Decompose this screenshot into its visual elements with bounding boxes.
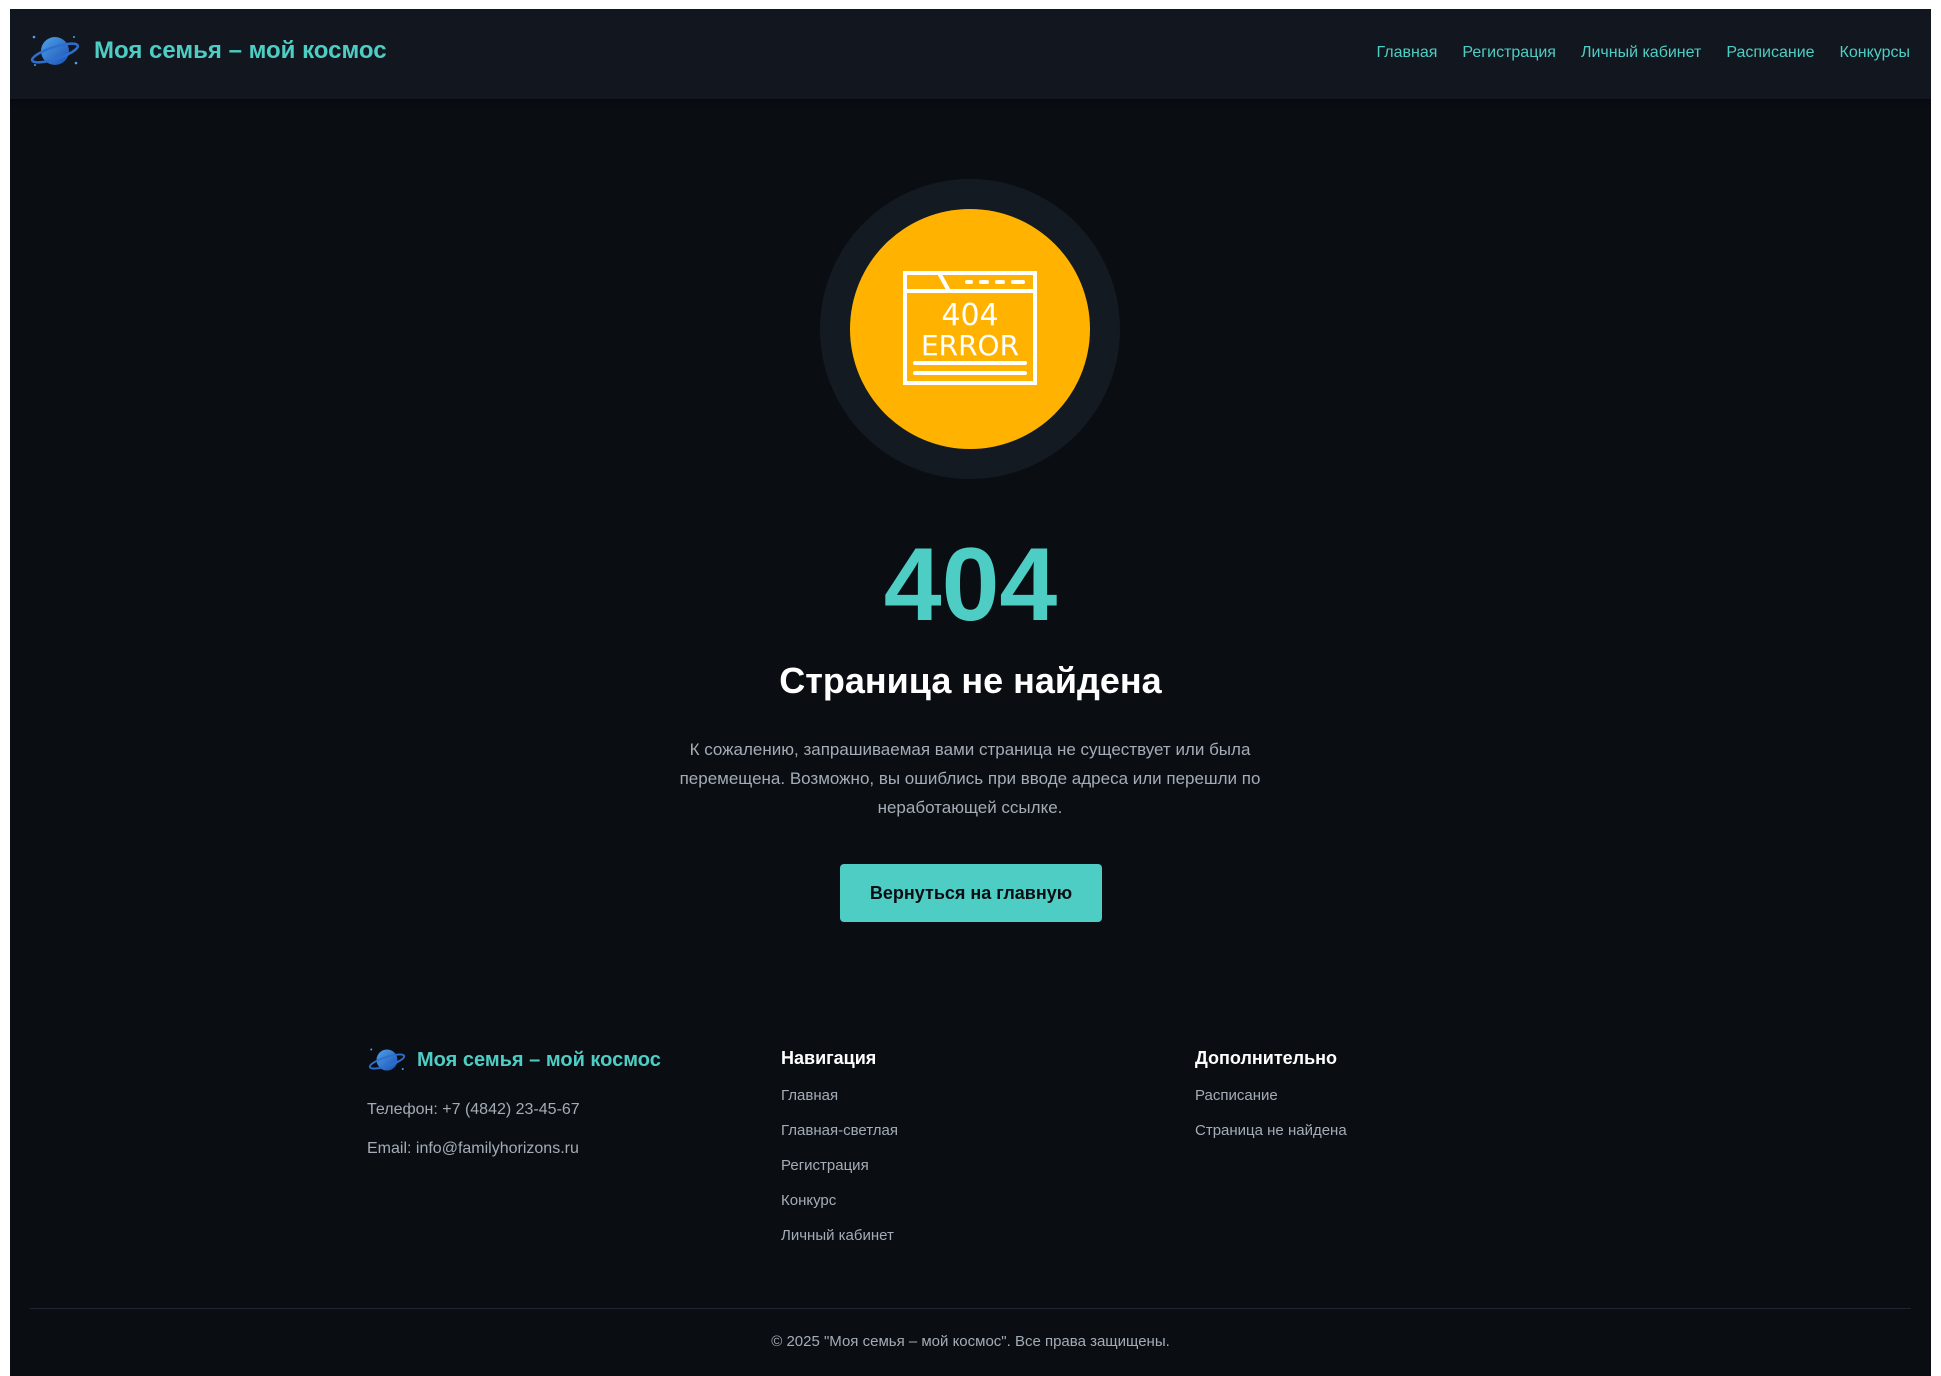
nav-link-registration[interactable]: Регистрация xyxy=(1462,44,1556,62)
back-home-button[interactable]: Вернуться на главную xyxy=(840,864,1102,922)
footer-nav-list: Главная Главная-светлая Регистрация Конк… xyxy=(781,1087,898,1245)
list-item: Расписание xyxy=(1195,1087,1347,1105)
404-error-icon: 404 ERROR xyxy=(903,271,1037,385)
brand-link[interactable]: Моя семья – мой космос xyxy=(30,31,387,71)
list-item: Регистрация xyxy=(781,1157,898,1175)
footer-navigation: Навигация Главная Главная-светлая Регист… xyxy=(781,1045,898,1262)
footer-nav-heading: Навигация xyxy=(781,1048,877,1068)
footer-link-home-light[interactable]: Главная-светлая xyxy=(781,1122,898,1139)
footer-extra-heading: Дополнительно xyxy=(1195,1048,1338,1068)
footer-link-contest[interactable]: Конкурс xyxy=(781,1192,836,1209)
list-item: Страница не найдена xyxy=(1195,1122,1347,1140)
nav-link-account[interactable]: Личный кабинет xyxy=(1581,44,1701,62)
footer-brand[interactable]: Моя семья – мой космос xyxy=(367,1045,661,1075)
nav-link-home[interactable]: Главная xyxy=(1377,44,1438,62)
list-item: Конкурс xyxy=(781,1192,898,1210)
illustration-ring: 404 ERROR xyxy=(820,179,1120,479)
footer-extra-list: Расписание Страница не найдена xyxy=(1195,1087,1347,1140)
planet-icon xyxy=(30,35,80,66)
list-item: Главная xyxy=(781,1087,898,1105)
footer-link-account[interactable]: Личный кабинет xyxy=(781,1227,894,1244)
brand-name: Моя семья – мой космос xyxy=(94,37,387,64)
main-nav: Главная Регистрация Личный кабинет Распи… xyxy=(1352,44,1910,62)
copyright: © 2025 "Моя семья – мой космос". Все пра… xyxy=(771,1333,1170,1350)
site-header: Моя семья – мой космос Главная Регистрац… xyxy=(10,9,1931,99)
footer-brand-name: Моя семья – мой космос xyxy=(417,1048,661,1071)
footer-link-registration[interactable]: Регистрация xyxy=(781,1157,869,1174)
illustration-text-error: ERROR xyxy=(921,329,1019,362)
footer-link-schedule[interactable]: Расписание xyxy=(1195,1087,1278,1104)
nav-link-contests[interactable]: Конкурсы xyxy=(1840,44,1910,62)
footer-link-home[interactable]: Главная xyxy=(781,1087,838,1104)
footer-extra: Дополнительно Расписание Страница не най… xyxy=(1195,1045,1347,1157)
footer-phone: Телефон: +7 (4842) 23-45-67 xyxy=(367,1101,580,1118)
page-title: Страница не найдена xyxy=(779,660,1162,701)
nav-link-schedule[interactable]: Расписание xyxy=(1726,44,1814,62)
list-item: Главная-светлая xyxy=(781,1122,898,1140)
list-item: Личный кабинет xyxy=(781,1227,898,1245)
illustration-circle: 404 ERROR xyxy=(850,209,1090,449)
error-code: 404 xyxy=(883,527,1058,643)
planet-icon xyxy=(368,1048,406,1071)
footer-link-not-found[interactable]: Страница не найдена xyxy=(1195,1122,1347,1139)
illustration-text-404: 404 xyxy=(941,298,998,333)
footer-divider xyxy=(30,1308,1911,1309)
page: Моя семья – мой космос Главная Регистрац… xyxy=(10,9,1931,1376)
error-description: К сожалению, запрашиваемая вами страница… xyxy=(679,740,1261,817)
footer-contacts: Моя семья – мой космос Телефон: +7 (4842… xyxy=(367,1045,661,1158)
footer-email: Email: info@familyhorizons.ru xyxy=(367,1140,579,1157)
